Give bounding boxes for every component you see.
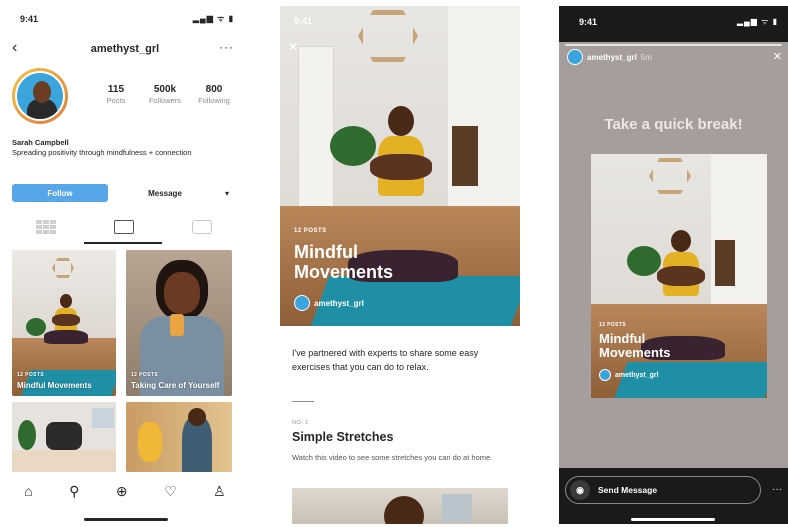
divider <box>292 401 314 402</box>
status-time: 9:41 <box>294 16 313 26</box>
status-bar: 9:41 ▂▄▆ ᯤ ▮ <box>6 6 244 26</box>
profile-header: ‹ amethyst_grl ··· <box>6 40 244 60</box>
profile-name: Sarah Campbell <box>12 138 69 147</box>
section-description: Watch this video to see some stretches y… <box>292 453 493 462</box>
story-progress-bar <box>565 44 782 46</box>
story-author-avatar <box>567 49 583 65</box>
home-indicator <box>631 518 715 521</box>
status-icons: ▂▄▆ ᯤ ▮ <box>192 14 234 23</box>
status-time: 9:41 <box>579 17 598 27</box>
search-icon[interactable]: ⚲ <box>69 483 79 500</box>
stat-following-value: 800 <box>205 84 223 95</box>
grid-tab-icon[interactable] <box>36 220 56 234</box>
stat-posts-label: Posts <box>106 96 126 105</box>
story-username: amethyst_grl <box>587 52 637 62</box>
close-icon[interactable]: ✕ <box>773 50 782 63</box>
guide-screen: 9:41 ✕ 12 POSTS Mindful Movements amethy… <box>280 6 520 524</box>
send-message-placeholder: Send Message <box>598 485 658 495</box>
story-author[interactable]: amethyst_grl 5m <box>567 48 652 66</box>
guide-title: Mindful Movements <box>294 242 394 282</box>
guide-title: Taking Care of Yourself <box>131 381 220 390</box>
tagged-tab-icon[interactable] <box>192 220 212 234</box>
stat-followers-label: Followers <box>148 96 182 105</box>
guide-tile-mindful-movements[interactable]: 12 POSTS Mindful Movements <box>12 250 116 396</box>
author-avatar <box>294 295 310 311</box>
active-tab-indicator <box>84 242 162 244</box>
guide-title: Mindful Movements <box>599 331 671 360</box>
close-icon[interactable]: ✕ <box>288 40 298 54</box>
stat-posts[interactable]: 115 Posts <box>92 84 140 105</box>
guide-tile-label: 12 POSTS Taking Care of Yourself <box>131 371 219 390</box>
guide-post-count: 12 POSTS <box>294 228 327 234</box>
status-icons: ▂▄▆ ᯤ ▮ <box>736 17 778 26</box>
profile-tabs <box>6 212 244 244</box>
shared-guide-card[interactable]: 12 POSTS Mindful Movements amethyst_grl <box>591 154 767 398</box>
guide-tile-taking-care[interactable]: 12 POSTS Taking Care of Yourself <box>126 250 232 396</box>
guide-author: amethyst_grl <box>599 368 659 382</box>
profile-bio-text: Spreading positivity through mindfulness… <box>12 148 192 157</box>
follow-button[interactable]: Follow <box>12 184 108 202</box>
guide-tile-label: 12 POSTS Mindful Movements <box>17 371 92 390</box>
section-video-thumbnail[interactable] <box>292 488 508 524</box>
author-username: amethyst_grl <box>615 371 659 379</box>
new-post-icon[interactable]: ⊕ <box>116 483 128 500</box>
stat-followers[interactable]: 500k Followers <box>141 84 189 105</box>
stat-following-label: Following <box>198 96 230 105</box>
story-headline: Take a quick break! <box>604 116 743 133</box>
guide-tile[interactable] <box>12 402 116 472</box>
guide-post-count: 12 POSTS <box>131 372 159 378</box>
profile-username: amethyst_grl <box>90 43 160 55</box>
more-options-icon[interactable]: ··· <box>219 40 234 54</box>
story-reply-bar: ◉ Send Message ··· <box>559 468 788 524</box>
profile-screen: 9:41 ▂▄▆ ᯤ ▮ ‹ amethyst_grl ··· 115 Post… <box>6 6 244 524</box>
section-title: Simple Stretches <box>292 430 394 444</box>
stat-posts-value: 115 <box>107 84 125 95</box>
stat-followers-value: 500k <box>153 84 177 95</box>
home-indicator <box>84 518 168 521</box>
story-status-bar: 9:41 ▂▄▆ ᯤ ▮ <box>559 6 788 42</box>
chevron-down-icon[interactable]: ▾ <box>220 184 234 202</box>
guide-post-count: 12 POSTS <box>599 322 627 328</box>
status-time: 9:41 <box>20 14 39 24</box>
activity-heart-icon[interactable]: ♡ <box>164 483 177 500</box>
profile-stats: 115 Posts 500k Followers 800 Following <box>92 84 238 105</box>
story-timestamp: 5m <box>640 52 652 62</box>
message-button[interactable]: Message <box>112 184 218 202</box>
more-options-icon[interactable]: ··· <box>772 484 782 495</box>
camera-icon[interactable]: ◉ <box>570 480 590 500</box>
section-number: NO. 1 <box>292 420 309 426</box>
stat-following[interactable]: 800 Following <box>190 84 238 105</box>
profile-avatar[interactable] <box>12 68 68 124</box>
bottom-navigation: ⌂ ⚲ ⊕ ♡ ♙ <box>6 478 244 504</box>
guide-hero-image: 9:41 ✕ 12 POSTS Mindful Movements amethy… <box>280 6 520 326</box>
home-icon[interactable]: ⌂ <box>24 483 32 499</box>
profile-icon[interactable]: ♙ <box>213 483 226 500</box>
profile-bio: Sarah Campbell Spreading positivity thro… <box>12 138 232 158</box>
story-screen: 9:41 ▂▄▆ ᯤ ▮ amethyst_grl 5m ✕ Take a qu… <box>559 6 788 524</box>
author-username: amethyst_grl <box>314 298 364 308</box>
send-message-input[interactable]: ◉ Send Message <box>565 476 761 504</box>
guide-tile[interactable] <box>126 402 232 472</box>
guide-author[interactable]: amethyst_grl <box>294 294 364 312</box>
guide-intro: I've partnered with experts to share som… <box>292 348 479 372</box>
guides-tab-icon[interactable] <box>114 220 134 234</box>
guide-post-count: 12 POSTS <box>17 372 45 378</box>
profile-actions: Follow Message ▾ <box>12 184 234 202</box>
guide-title: Mindful Movements <box>17 381 92 390</box>
author-avatar <box>599 369 611 381</box>
